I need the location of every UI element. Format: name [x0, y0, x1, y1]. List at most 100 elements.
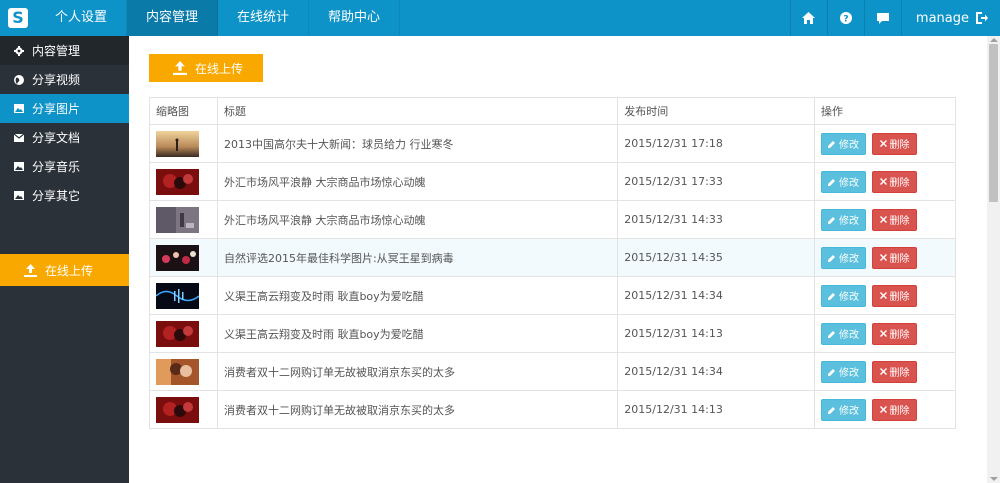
delete-button[interactable]: 删除: [872, 170, 918, 193]
edit-button[interactable]: 修改: [821, 284, 867, 307]
delete-button[interactable]: 删除: [872, 398, 918, 421]
table-row: 义渠王高云翔变及时雨 耿直boy为爱吃醋 2015/12/31 14:13 修改 删除: [149, 314, 956, 353]
title-cell[interactable]: 2013中国高尔夫十大新闻：球员给力 行业寒冬: [216, 124, 619, 163]
delete-label: 删除: [889, 292, 910, 303]
edit-button[interactable]: 修改: [821, 170, 867, 193]
actions-cell: 修改 删除: [814, 276, 956, 315]
delete-button[interactable]: 删除: [872, 246, 918, 269]
username: manage: [915, 10, 969, 26]
edit-button[interactable]: 修改: [821, 208, 867, 231]
time-cell: 2015/12/31 14:13: [617, 314, 816, 353]
topnav-content-management[interactable]: 内容管理: [127, 0, 218, 36]
picture-icon: [14, 162, 24, 172]
delete-button[interactable]: 删除: [872, 208, 918, 231]
sidebar-item-content-management[interactable]: 内容管理: [0, 36, 129, 65]
logo[interactable]: S: [0, 0, 36, 36]
title-cell[interactable]: 义渠王高云翔变及时雨 耿直boy为爱吃醋: [216, 314, 619, 353]
edit-label: 修改: [839, 216, 860, 227]
delete-button[interactable]: 删除: [872, 284, 918, 307]
actions-cell: 修改 删除: [814, 200, 956, 239]
content-table: 缩略图 标题 发布时间 操作 2013中国高尔夫十大新闻：球员给力 行业寒冬 20…: [149, 97, 956, 429]
thumbnail-cell: [149, 390, 218, 429]
scroll-up-arrow[interactable]: [990, 38, 998, 42]
sidebar-item-share-video[interactable]: 分享视频: [0, 65, 129, 94]
picture-icon: [14, 191, 24, 201]
delete-button[interactable]: 删除: [872, 322, 918, 345]
pencil-icon: [828, 254, 836, 262]
user-menu[interactable]: manage: [900, 0, 1000, 36]
table-row: 自然评选2015年最佳科学图片:从冥王星到病毒 2015/12/31 14:35 修…: [149, 238, 956, 277]
delete-label: 删除: [889, 330, 910, 341]
upload-button[interactable]: 在线上传: [149, 54, 263, 82]
topnav-online-stats[interactable]: 在线统计: [218, 0, 309, 36]
close-icon: [879, 292, 887, 299]
time-cell: 2015/12/31 17:33: [617, 162, 816, 201]
title-cell[interactable]: 义渠王高云翔变及时雨 耿直boy为爱吃醋: [216, 276, 619, 315]
close-icon: [879, 330, 887, 337]
delete-button[interactable]: 删除: [872, 132, 918, 155]
sidebar: 内容管理 分享视频 分享图片 分享文档 分享音乐 分享其它 在线上传: [0, 36, 129, 483]
pencil-icon: [828, 368, 836, 376]
sidebar-item-share-music[interactable]: 分享音乐: [0, 152, 129, 181]
table-row: 消费者双十二网购订单无故被取消京东买的太多 2015/12/31 14:13 修改 删…: [149, 390, 956, 429]
edit-button[interactable]: 修改: [821, 246, 867, 269]
edit-label: 修改: [839, 178, 860, 189]
thumbnail-image[interactable]: [156, 358, 217, 385]
edit-label: 修改: [839, 330, 860, 341]
thumbnail-image[interactable]: [156, 130, 217, 157]
svg-text:?: ?: [843, 15, 848, 25]
sidebar-item-label: 分享其它: [32, 189, 81, 203]
top-nav: 个人设置 内容管理 在线统计 帮助中心: [36, 0, 400, 36]
thumbnail-image[interactable]: [156, 320, 217, 347]
sidebar-item-share-pictures[interactable]: 分享图片: [0, 94, 129, 123]
topnav-personal-settings[interactable]: 个人设置: [36, 0, 127, 36]
edit-label: 修改: [839, 254, 860, 265]
time-cell: 2015/12/31 14:35: [617, 238, 816, 277]
edit-button[interactable]: 修改: [821, 398, 867, 421]
delete-label: 删除: [889, 254, 910, 265]
home-button[interactable]: [789, 0, 827, 36]
actions-cell: 修改 删除: [814, 314, 956, 353]
thumbnail-cell: [149, 314, 218, 353]
comment-button[interactable]: [863, 0, 901, 36]
sidebar-upload-button[interactable]: 在线上传: [0, 254, 129, 286]
title-cell[interactable]: 消费者双十二网购订单无故被取消京东买的太多: [216, 352, 619, 391]
title-cell[interactable]: 消费者双十二网购订单无故被取消京东买的太多: [216, 390, 619, 429]
close-icon: [879, 406, 887, 413]
edit-button[interactable]: 修改: [821, 132, 867, 155]
topnav-help-center[interactable]: 帮助中心: [309, 0, 400, 36]
actions-cell: 修改 删除: [814, 162, 956, 201]
scroll-thumb[interactable]: [989, 44, 998, 202]
delete-button[interactable]: 删除: [872, 360, 918, 383]
envelope-icon: [14, 133, 24, 143]
edit-button[interactable]: 修改: [821, 322, 867, 345]
edit-button[interactable]: 修改: [821, 360, 867, 383]
edit-label: 修改: [839, 292, 860, 303]
title-cell[interactable]: 外汇市场风平浪静 大宗商品市场惊心动魄: [216, 162, 619, 201]
title-cell[interactable]: 自然评选2015年最佳科学图片:从冥王星到病毒: [216, 238, 619, 277]
delete-label: 删除: [889, 406, 910, 417]
thumbnail-cell: [149, 124, 218, 163]
pencil-icon: [828, 292, 836, 300]
upload-icon: [173, 61, 187, 75]
close-icon: [879, 216, 887, 223]
sidebar-item-share-docs[interactable]: 分享文档: [0, 123, 129, 152]
thumbnail-image[interactable]: [156, 282, 217, 309]
help-button[interactable]: ?: [826, 0, 864, 36]
logout-icon: [976, 12, 988, 24]
scroll-down-arrow[interactable]: [990, 477, 998, 481]
actions-cell: 修改 删除: [814, 238, 956, 277]
thumbnail-cell: [149, 162, 218, 201]
title-cell[interactable]: 外汇市场风平浪静 大宗商品市场惊心动魄: [216, 200, 619, 239]
column-header-title: 标题: [216, 97, 619, 125]
close-icon: [879, 254, 887, 261]
thumbnail-image[interactable]: [156, 206, 217, 233]
page-scrollbar[interactable]: [987, 36, 1000, 483]
table-row: 外汇市场风平浪静 大宗商品市场惊心动魄 2015/12/31 14:33 修改 删除: [149, 200, 956, 239]
thumbnail-image[interactable]: [156, 168, 217, 195]
sidebar-item-share-other[interactable]: 分享其它: [0, 181, 129, 210]
table-header-row: 缩略图 标题 发布时间 操作: [149, 97, 956, 125]
thumbnail-image[interactable]: [156, 244, 217, 271]
thumbnail-cell: [149, 352, 218, 391]
thumbnail-image[interactable]: [156, 396, 217, 423]
